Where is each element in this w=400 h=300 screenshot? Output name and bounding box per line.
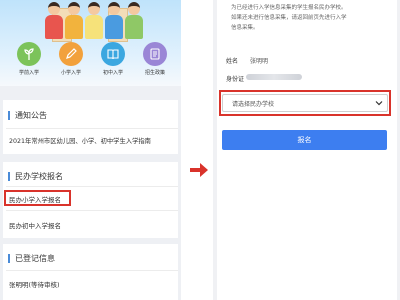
menu-item-junior[interactable]: 初中入学 — [96, 42, 130, 82]
child-figure — [124, 2, 144, 44]
child-figure — [84, 2, 104, 44]
pencil-icon — [59, 42, 83, 66]
section-title: 已登记信息 — [8, 253, 55, 264]
banner-illustration: 学前入学 小学入学 初中入学 招生政策 — [0, 0, 181, 86]
id-label: 身份证 — [226, 76, 245, 83]
child-figure — [44, 2, 64, 44]
notice-link[interactable]: 2021年常州市区幼儿园、小学、初中学生入学指南 — [9, 136, 151, 145]
notice-text-block: 为已经进行入学信息采集的学生报名民办学校。 如果还未进行信息采集，请返回前页先进… — [217, 0, 397, 38]
book-icon — [101, 42, 125, 66]
document-icon — [143, 42, 167, 66]
menu-item-policy[interactable]: 招生政策 — [138, 42, 172, 82]
menu-label: 小学入学 — [60, 70, 81, 76]
menu-item-preschool[interactable]: 学前入学 — [12, 42, 46, 82]
notice-line: 为已经进行入学信息采集的学生报名民办学校。 — [231, 5, 347, 11]
divider — [6, 128, 178, 129]
registered-info-card: 已登记信息 张明明(等待审核) — [3, 244, 178, 300]
section-title-text: 通知公告 — [15, 111, 47, 120]
registered-student-item[interactable]: 张明明(等待审核) — [9, 279, 60, 289]
sprout-icon — [17, 42, 41, 66]
notices-card: 通知公告 2021年常州市区幼儿园、小学、初中学生入学指南 — [3, 100, 178, 154]
menu-label: 初中入学 — [102, 70, 123, 76]
divider — [6, 210, 178, 211]
highlight-frame — [4, 190, 71, 206]
arrow-right-icon — [190, 163, 208, 177]
left-phone-screen: 学前入学 小学入学 初中入学 招生政策 通知公告 2021年常州市区幼儿园、小学… — [0, 0, 181, 300]
notice-line: 信息采集。 — [231, 25, 259, 31]
menu-label: 招生政策 — [144, 70, 165, 76]
divider — [6, 186, 178, 187]
notice-line: 如果还未进行信息采集，请返回前页先进行入学 — [231, 15, 347, 21]
section-title: 通知公告 — [8, 110, 47, 121]
name-value: 张明明 — [250, 58, 269, 65]
section-title-text: 民办学校报名 — [15, 172, 63, 181]
id-number-redacted — [246, 74, 302, 80]
child-figure — [64, 2, 84, 44]
highlight-frame — [219, 90, 391, 116]
entry-menu: 学前入学 小学入学 初中入学 招生政策 — [12, 42, 172, 82]
section-title: 民办学校报名 — [8, 171, 63, 182]
child-figure — [104, 2, 124, 44]
name-label: 姓名 — [226, 58, 239, 65]
private-junior-registration-link[interactable]: 民办初中入学报名 — [9, 220, 61, 230]
registration-form: 姓名 张明明 身份证 — [217, 38, 397, 300]
right-phone-screen: 为已经进行入学信息采集的学生报名民办学校。 如果还未进行信息采集，请返回前页先进… — [213, 0, 400, 300]
register-button[interactable]: 报名 — [222, 130, 387, 150]
section-title-text: 已登记信息 — [15, 254, 55, 263]
divider — [6, 270, 178, 271]
menu-label: 学前入学 — [18, 70, 39, 76]
menu-item-primary[interactable]: 小学入学 — [54, 42, 88, 82]
